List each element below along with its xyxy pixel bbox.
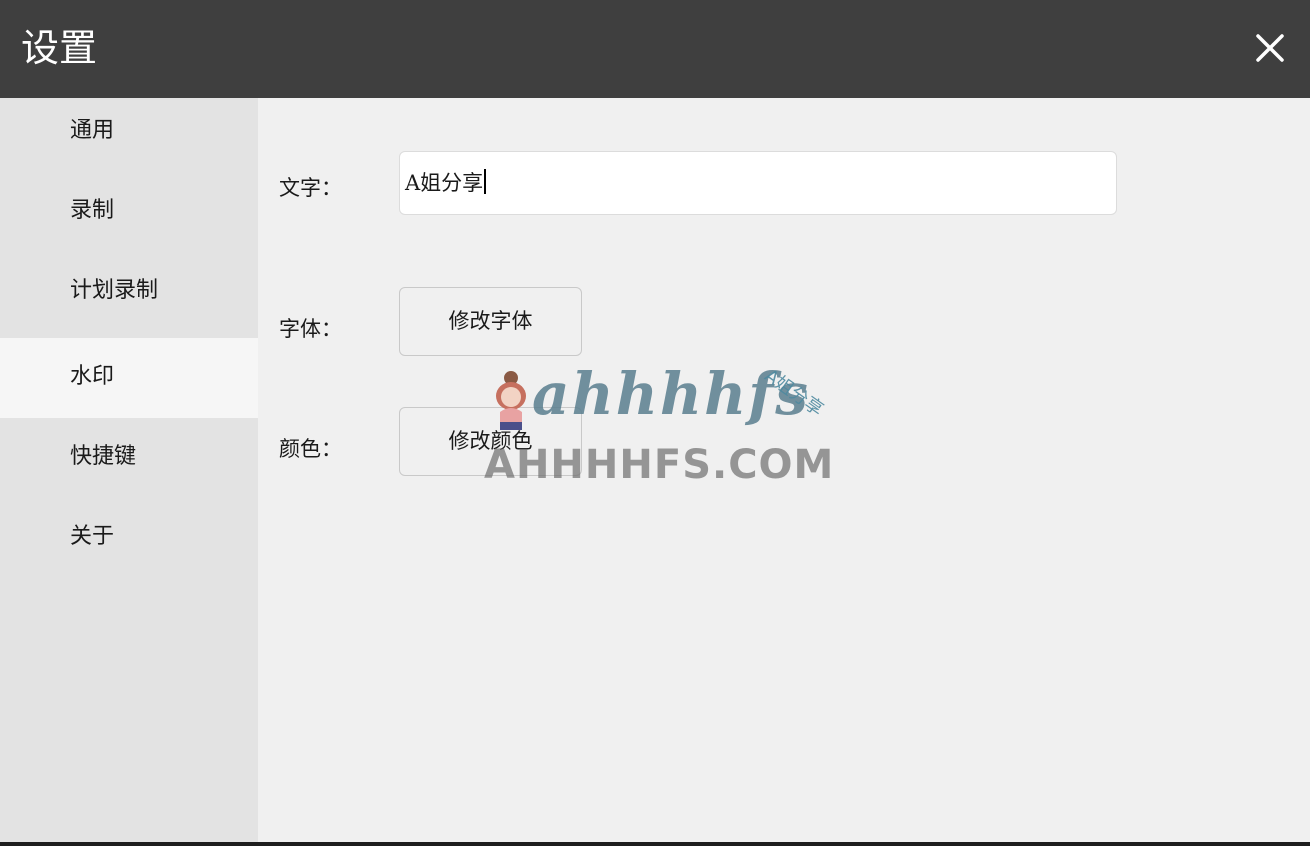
sidebar-item-label: 录制 xyxy=(70,198,115,223)
sidebar-item-label: 通用 xyxy=(70,118,115,143)
color-label: 颜色： xyxy=(279,437,342,461)
font-label: 字体： xyxy=(279,317,342,341)
text-caret xyxy=(484,169,487,194)
settings-window: 设置 通用 录制 计划录制 水印 快捷键 关于 文字： A姐分享 字体： 修改字… xyxy=(0,0,1310,846)
sidebar-item-label: 计划录制 xyxy=(70,278,159,303)
window-title: 设置 xyxy=(21,26,98,70)
sidebar-item-scheduled-recording[interactable]: 计划录制 xyxy=(0,258,258,338)
sidebar-item-label: 快捷键 xyxy=(70,444,137,469)
sidebar-item-shortcuts[interactable]: 快捷键 xyxy=(0,418,258,498)
watermark-text-value: A姐分享 xyxy=(405,168,487,198)
watermark-text-input[interactable]: A姐分享 xyxy=(399,151,1117,215)
sidebar-item-about[interactable]: 关于 xyxy=(0,498,258,578)
close-button[interactable] xyxy=(1240,18,1300,78)
sidebar-item-watermark[interactable]: 水印 xyxy=(0,338,258,418)
title-bar: 设置 xyxy=(0,0,1310,98)
change-color-button[interactable]: 修改颜色 xyxy=(399,407,582,476)
sidebar-item-label: 水印 xyxy=(70,364,115,389)
settings-sidebar: 通用 录制 计划录制 水印 快捷键 关于 xyxy=(0,98,258,842)
sidebar-item-recording[interactable]: 录制 xyxy=(0,178,258,258)
bottom-border xyxy=(0,842,1310,846)
text-label: 文字： xyxy=(279,176,342,200)
close-icon xyxy=(1256,34,1284,62)
sidebar-item-general[interactable]: 通用 xyxy=(0,98,258,178)
watermark-tag-text: A姐分享 xyxy=(760,365,828,421)
change-font-button[interactable]: 修改字体 xyxy=(399,287,582,356)
sidebar-item-label: 关于 xyxy=(70,524,115,549)
